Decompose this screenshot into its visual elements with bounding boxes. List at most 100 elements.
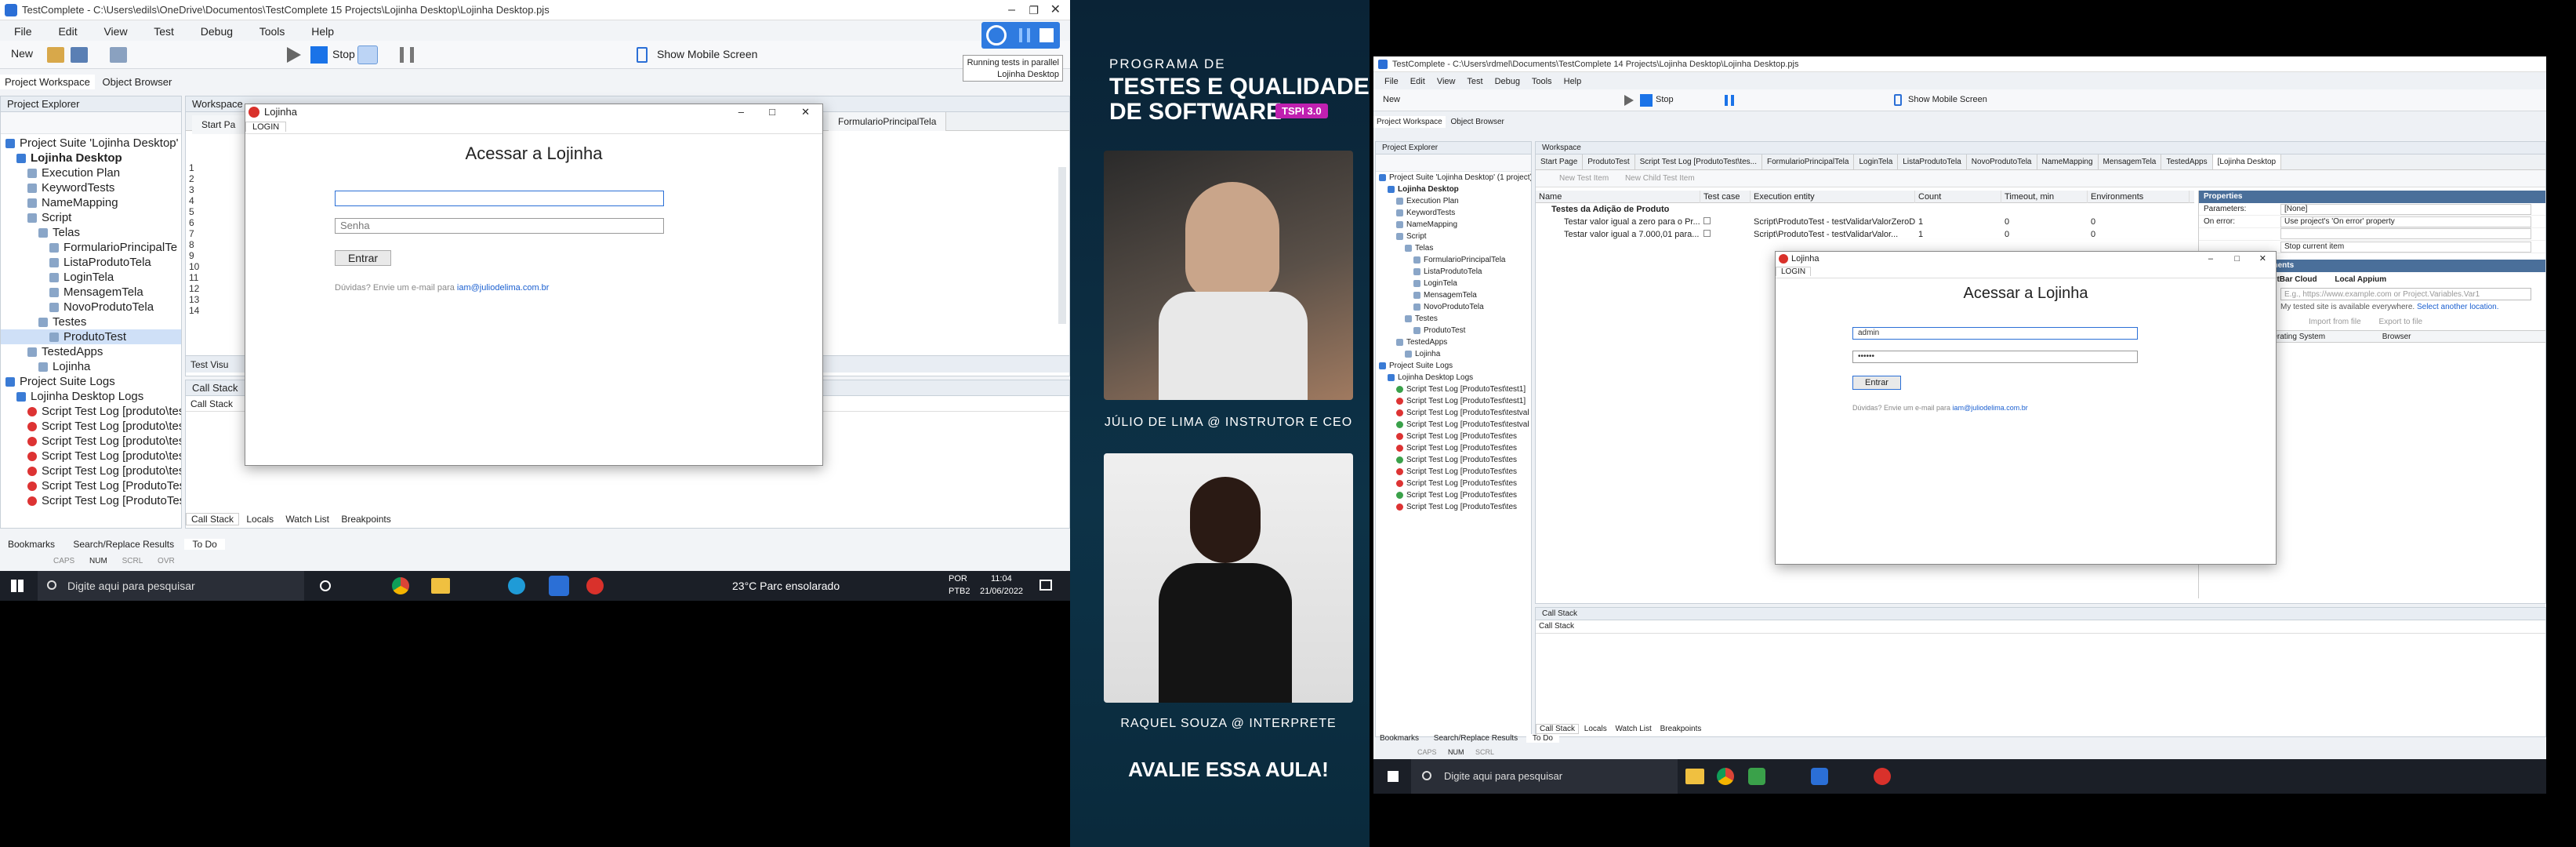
- right-tree-item[interactable]: Script Test Log [ProdutoTest\testval: [1376, 419, 1531, 431]
- tree-item[interactable]: Lojinha Desktop Logs: [1, 389, 181, 404]
- notification-icon[interactable]: [1039, 580, 1052, 591]
- right-doc-tab[interactable]: NovoProdutoTela: [1967, 154, 2037, 169]
- right-menu-file[interactable]: File: [1384, 77, 1399, 86]
- status-tab-todo[interactable]: To Do: [184, 539, 225, 550]
- grid-header-cell[interactable]: Test case: [1700, 191, 1751, 203]
- recording-icon[interactable]: [357, 45, 378, 64]
- test-case-checkbox[interactable]: [1700, 216, 1751, 228]
- right-run-icon[interactable]: [1624, 95, 1634, 106]
- right-entrar-button[interactable]: Entrar: [1852, 376, 1901, 390]
- left-taskbar-search[interactable]: Digite aqui para pesquisar: [38, 571, 304, 601]
- grid-header-cell[interactable]: Execution entity: [1751, 191, 1915, 203]
- stop-icon[interactable]: [310, 46, 328, 64]
- left-username-field[interactable]: [335, 191, 664, 206]
- explorer-icon[interactable]: [431, 578, 450, 594]
- right-mobile-label[interactable]: Show Mobile Screen: [1908, 95, 1987, 104]
- tab-object-browser[interactable]: Object Browser: [97, 75, 176, 89]
- right-menu-edit[interactable]: Edit: [1410, 77, 1425, 86]
- menu-test[interactable]: Test: [154, 25, 174, 38]
- right-testcomplete-task-icon[interactable]: [1811, 768, 1828, 785]
- tree-item[interactable]: Script: [1, 210, 181, 225]
- right-doc-tab[interactable]: ProdutoTest: [1583, 154, 1635, 169]
- property-value[interactable]: Stop current item: [2280, 242, 2531, 253]
- doc-tab-start[interactable]: Start Pa: [192, 115, 246, 134]
- right-menu-view[interactable]: View: [1437, 77, 1456, 86]
- right-status-todo[interactable]: To Do: [1526, 734, 1559, 743]
- tree-item[interactable]: Script Test Log [ProdutoTest: [1, 478, 181, 493]
- right-tree-item[interactable]: LoginTela: [1376, 278, 1531, 289]
- tab-project-workspace[interactable]: Project Workspace: [0, 75, 95, 89]
- clock-date[interactable]: 21/06/2022: [980, 587, 1023, 596]
- parallel-run-indicator[interactable]: [981, 22, 1060, 49]
- right-doc-tab[interactable]: TestedApps: [2161, 154, 2213, 169]
- status-tab-bookmarks[interactable]: Bookmarks: [0, 539, 63, 550]
- property-value[interactable]: Use project's 'On error' property: [2280, 216, 2531, 227]
- menu-tools[interactable]: Tools: [259, 25, 285, 38]
- pause-icon[interactable]: [400, 47, 414, 63]
- right-taskbar-search[interactable]: Digite aqui para pesquisar: [1411, 759, 1678, 794]
- mobile-screen-icon[interactable]: [637, 47, 648, 63]
- right-tree-item[interactable]: Testes: [1376, 313, 1531, 325]
- tree-item[interactable]: Testes: [1, 314, 181, 329]
- right-doc-tab[interactable]: ListaProdutoTela: [1898, 154, 1967, 169]
- right-tab-object-browser[interactable]: Object Browser: [1448, 116, 1508, 128]
- right-explorer-icon[interactable]: [1685, 769, 1704, 784]
- status-tab-search-replace[interactable]: Search/Replace Results: [65, 539, 182, 550]
- tree-item[interactable]: Script Test Log [produto\test: [1, 419, 181, 434]
- env-url-input[interactable]: E.g., https://www.example.com or Project…: [2280, 288, 2531, 300]
- tree-item[interactable]: LoginTela: [1, 270, 181, 285]
- right-tree-item[interactable]: Project Suite 'Lojinha Desktop' (1 proje…: [1376, 172, 1531, 184]
- right-pause-icon[interactable]: [1725, 95, 1734, 106]
- pause-parallel-icon[interactable]: [1019, 28, 1030, 42]
- right-tree-item[interactable]: ProdutoTest: [1376, 325, 1531, 336]
- grid-header-cell[interactable]: Environments: [2088, 191, 2190, 203]
- right-new-button[interactable]: New: [1383, 95, 1400, 104]
- right-doc-tab[interactable]: [Lojinha Desktop: [2212, 154, 2282, 169]
- lang-indicator-2[interactable]: PTB2: [949, 587, 971, 596]
- stop-button-label[interactable]: Stop: [332, 48, 355, 60]
- right-tree-item[interactable]: TestedApps: [1376, 336, 1531, 348]
- tree-item[interactable]: Script Test Log [produto\test: [1, 463, 181, 478]
- mobile-screen-button[interactable]: Show Mobile Screen: [657, 48, 757, 60]
- export-to-file-button[interactable]: Export to file: [2378, 318, 2422, 326]
- checkbox-icon[interactable]: [1703, 217, 1711, 224]
- right-app-icon-green[interactable]: [1748, 768, 1765, 785]
- left-help-email[interactable]: iam@juliodelima.com.br: [457, 283, 550, 293]
- weather-text[interactable]: 23°C Parc ensolarado: [732, 580, 840, 592]
- right-password-field[interactable]: ••••••: [1852, 351, 2138, 363]
- lojinha-task-icon[interactable]: [586, 577, 604, 594]
- right-tree-item[interactable]: Script Test Log [ProdutoTest\testval: [1376, 407, 1531, 419]
- tree-item[interactable]: TestedApps: [1, 344, 181, 359]
- import-from-file-button[interactable]: Import from file: [2309, 318, 2361, 326]
- right-tree-item[interactable]: FormularioPrincipalTela: [1376, 254, 1531, 266]
- bottom-tab-watch-list[interactable]: Watch List: [281, 514, 334, 525]
- right-status-bookmarks[interactable]: Bookmarks: [1373, 734, 1425, 743]
- right-tree-item[interactable]: Script Test Log [ProdutoTest\tes: [1376, 442, 1531, 454]
- left-entrar-button[interactable]: Entrar: [335, 250, 391, 266]
- right-bottom-tab-breakpoints[interactable]: Breakpoints: [1657, 725, 1705, 733]
- right-tree-item[interactable]: Script Test Log [ProdutoTest\tes: [1376, 431, 1531, 442]
- right-doc-tab[interactable]: FormularioPrincipalTela: [1762, 154, 1855, 169]
- right-bottom-tab-locals[interactable]: Locals: [1581, 725, 1610, 733]
- right-tree-item[interactable]: Execution Plan: [1376, 195, 1531, 207]
- right-dialog-minimize-icon[interactable]: –: [2208, 252, 2213, 266]
- right-tree-item[interactable]: Script Test Log [ProdutoTest\tes: [1376, 454, 1531, 466]
- right-tree-item[interactable]: Script Test Log [ProdutoTest\test1]: [1376, 395, 1531, 407]
- right-dialog-close-icon[interactable]: ✕: [2259, 252, 2266, 266]
- tree-item[interactable]: Telas: [1, 225, 181, 240]
- right-status-search[interactable]: Search/Replace Results: [1428, 734, 1524, 743]
- test-case-checkbox[interactable]: [1700, 228, 1751, 241]
- grid-header-cell[interactable]: Name: [1536, 191, 1700, 203]
- grid-row[interactable]: Testes da Adição de Produto: [1536, 203, 2194, 216]
- menu-file[interactable]: File: [14, 25, 32, 38]
- left-password-field[interactable]: Senha: [335, 218, 664, 234]
- right-tree-item[interactable]: Telas: [1376, 242, 1531, 254]
- tree-item[interactable]: Script Test Log [ProdutoTest: [1, 493, 181, 508]
- code-scrollbar[interactable]: [1058, 167, 1066, 324]
- right-doc-tab[interactable]: Script Test Log [ProdutoTest\tes...: [1635, 154, 1762, 169]
- env-change-location-link[interactable]: Select another location.: [2417, 303, 2499, 311]
- bottom-tab-locals[interactable]: Locals: [241, 514, 278, 525]
- right-tree-item[interactable]: MensagemTela: [1376, 289, 1531, 301]
- tree-item[interactable]: Script Test Log [produto\test: [1, 434, 181, 449]
- right-doc-tab[interactable]: LoginTela: [1854, 154, 1899, 169]
